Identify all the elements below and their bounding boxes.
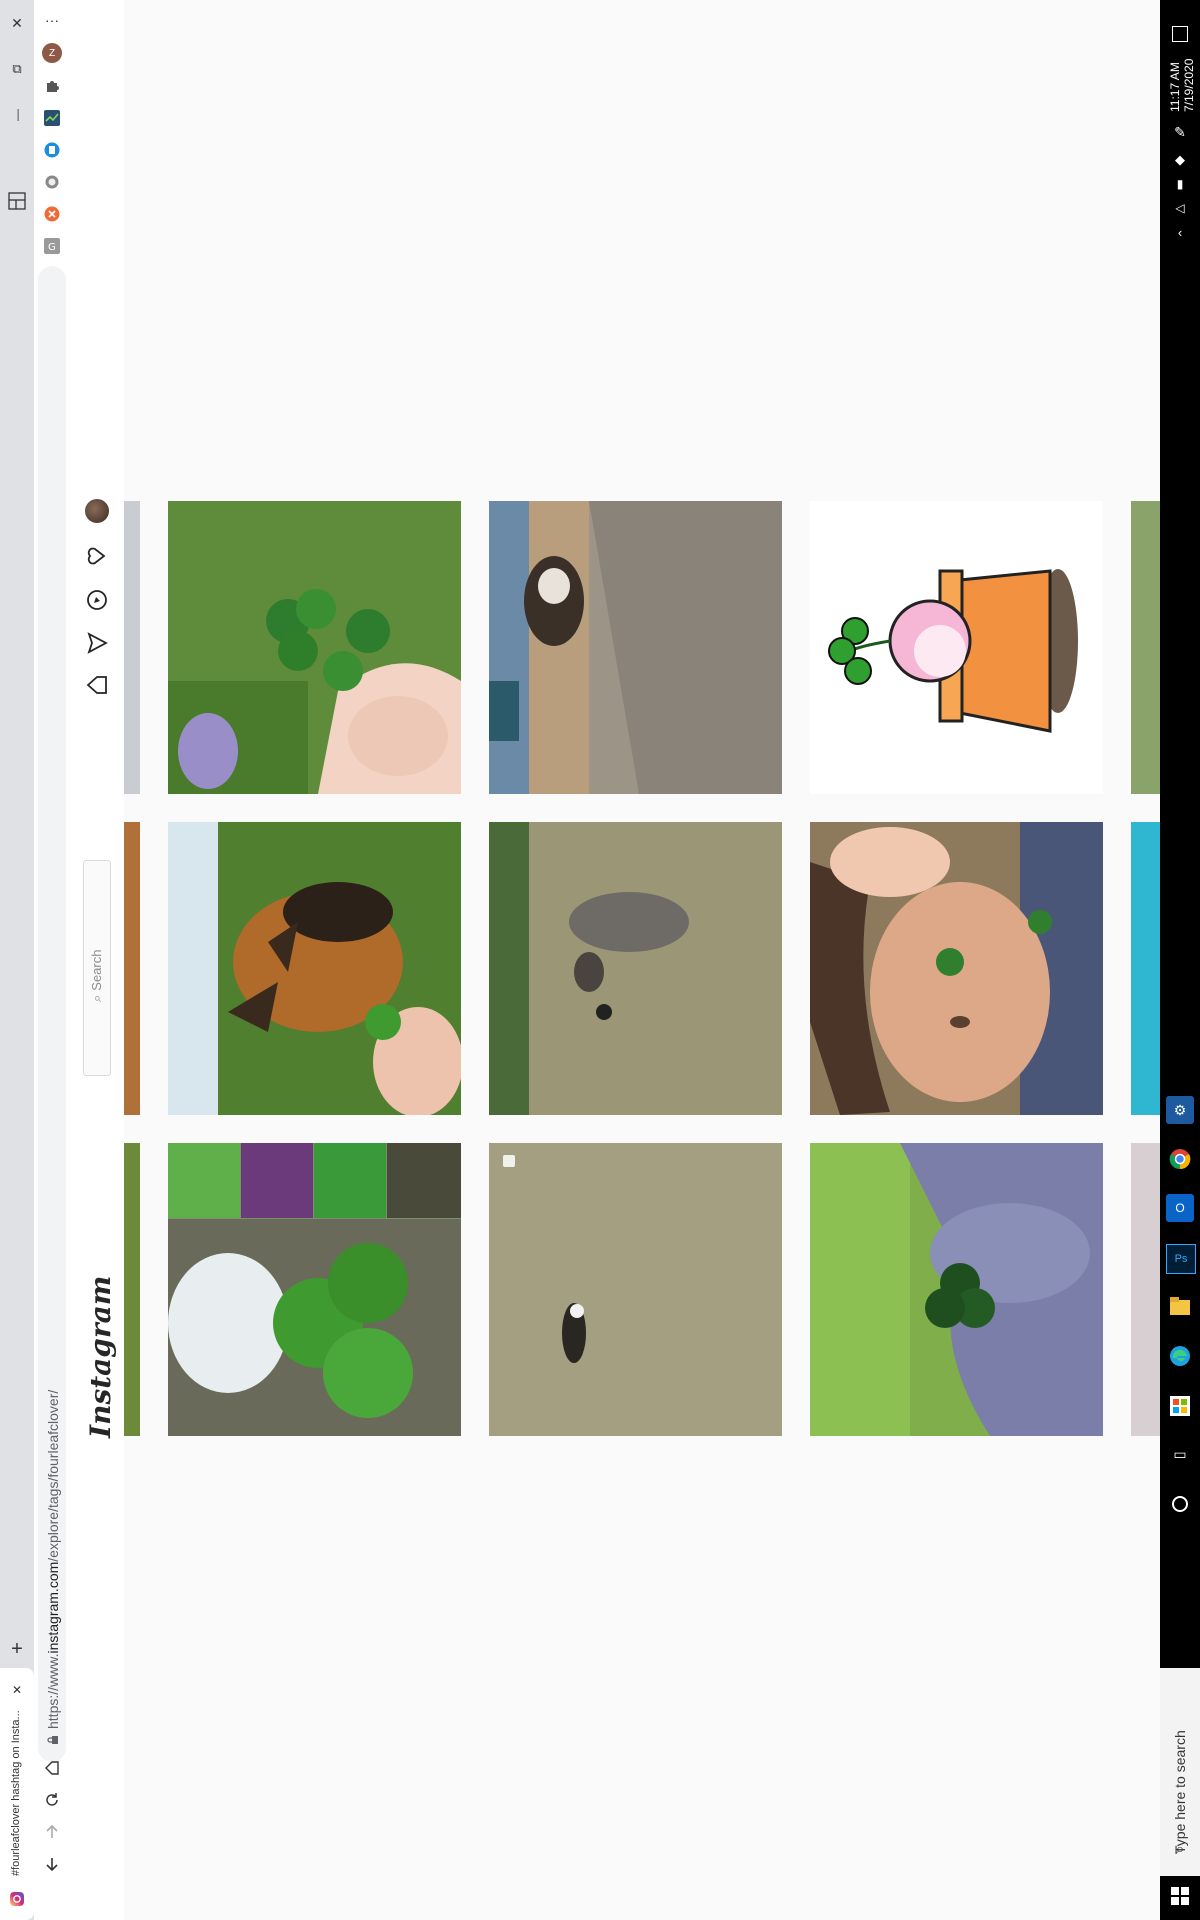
explore-icon[interactable] — [84, 587, 110, 613]
grey-square-extension-icon[interactable]: G — [42, 236, 62, 256]
taskbar-search-placeholder: Type here to search — [1172, 1730, 1188, 1854]
url-prefix: https://www. — [45, 1653, 61, 1729]
profile-avatar-icon[interactable] — [85, 499, 109, 523]
direct-icon[interactable] — [84, 630, 110, 656]
post-image-clover-collage — [168, 1143, 461, 1436]
tab-actions-icon[interactable] — [4, 188, 30, 214]
puzzle-icon[interactable] — [42, 76, 62, 96]
microsoft-store-icon[interactable] — [1166, 1392, 1194, 1420]
photoshop-icon[interactable]: Ps — [1166, 1244, 1196, 1274]
chart-extension-icon[interactable] — [42, 108, 62, 128]
post-tile[interactable] — [489, 501, 782, 794]
chrome-icon[interactable] — [1166, 1145, 1194, 1173]
orange-x-extension-icon[interactable] — [42, 204, 62, 224]
post-tile[interactable] — [810, 1143, 1103, 1436]
post-tile[interactable] — [810, 501, 1103, 794]
browser-tab-strip: ✕ ⧉ — + ✕ #fourleafclover hashtag on Ins… — [0, 0, 34, 1920]
activity-heart-icon[interactable] — [84, 543, 110, 569]
pen-icon[interactable]: ✎ — [1170, 122, 1190, 142]
taskbar-search-box[interactable]: Type here to search ⌕ — [1160, 1668, 1200, 1876]
forward-arrow-icon[interactable] — [40, 1820, 64, 1844]
post-tile-partial[interactable] — [1131, 1143, 1160, 1436]
profile-avatar[interactable]: Z — [42, 43, 62, 63]
instagram-logo[interactable]: Instagram — [84, 1276, 117, 1438]
window-close-button[interactable]: ✕ — [4, 12, 30, 34]
url-domain: instagram.com — [45, 1561, 61, 1654]
home-button-icon[interactable] — [40, 1756, 64, 1780]
post-image-dog-swimming — [489, 1143, 782, 1436]
post-tile-partial[interactable] — [124, 822, 140, 1115]
window-minimize-button[interactable]: — — [6, 102, 28, 128]
tab-title: #fourleafclover hashtag on Insta... — [10, 1710, 22, 1876]
address-bar-url[interactable]: https://www.instagram.com/explore/tags/f… — [45, 1390, 61, 1745]
chevron-up-icon[interactable]: ‹ — [1170, 222, 1190, 242]
home-icon[interactable] — [84, 672, 110, 698]
search-icon: ⌕ — [1175, 1841, 1185, 1858]
post-tile[interactable] — [168, 822, 461, 1115]
file-explorer-icon[interactable] — [1166, 1292, 1194, 1320]
outlook-icon[interactable]: O — [1166, 1194, 1194, 1222]
new-tab-button[interactable]: + — [4, 1636, 30, 1662]
post-image-german-shepherd — [168, 822, 461, 1115]
windows-taskbar: 11:17 AM 7/19/2020 ✎ ◆ ▮ ◁ ‹ ⚙ O Ps ▭ Ty… — [1160, 0, 1200, 1920]
post-tile-partial[interactable] — [1131, 822, 1160, 1115]
post-image-fingers-clover — [810, 1143, 1103, 1436]
instagram-favicon-icon — [8, 1890, 26, 1908]
post-image-clover-hand — [168, 501, 461, 794]
active-tab[interactable]: ✕ #fourleafclover hashtag on Insta... — [0, 1668, 34, 1920]
post-tile-partial[interactable] — [124, 501, 140, 794]
back-arrow-icon[interactable] — [40, 1852, 64, 1876]
post-image-woman-clover — [810, 822, 1103, 1115]
post-tile-partial[interactable] — [124, 1143, 140, 1436]
post-image-dog-beach — [489, 501, 782, 794]
more-menu-button[interactable]: ··· — [38, 8, 66, 32]
post-tile[interactable] — [489, 822, 782, 1115]
app-settings-icon[interactable]: ⚙ — [1166, 1096, 1194, 1124]
window-restore-button[interactable]: ⧉ — [4, 58, 30, 80]
blue-circle-extension-icon[interactable] — [42, 140, 62, 160]
volume-icon[interactable]: ◁ — [1170, 198, 1190, 218]
edge-icon[interactable] — [1166, 1342, 1194, 1370]
cortana-icon[interactable] — [1168, 1492, 1192, 1516]
reload-icon[interactable] — [40, 1788, 64, 1812]
lock-icon — [45, 1735, 61, 1745]
taskbar-time[interactable]: 11:17 AM — [1168, 62, 1182, 112]
post-tile[interactable] — [168, 1143, 461, 1436]
post-tile[interactable] — [489, 1143, 782, 1436]
dropbox-icon[interactable]: ◆ — [1170, 150, 1190, 170]
search-icon: ⌕ — [89, 994, 104, 1002]
post-image-dog-lake — [489, 822, 782, 1115]
post-tile-partial[interactable] — [1131, 501, 1160, 794]
action-center-icon[interactable] — [1172, 26, 1188, 42]
url-path: /explore/tags/fourleafclover/ — [45, 1389, 61, 1562]
svg-text:G: G — [48, 242, 56, 253]
post-tile[interactable] — [810, 822, 1103, 1115]
battery-icon[interactable]: ▮ — [1170, 174, 1190, 194]
post-tile[interactable] — [168, 501, 461, 794]
search-input-placeholder: ⌕Search — [89, 949, 104, 1002]
grey-circle-extension-icon[interactable] — [42, 172, 62, 192]
taskbar-date[interactable]: 7/19/2020 — [1182, 59, 1196, 112]
post-image-cartoon-clover-pot — [810, 501, 1103, 794]
instagram-header: Instagram ⌕Search — [70, 0, 125, 1920]
windows-start-icon[interactable] — [1168, 1884, 1192, 1908]
browser-toolbar: ··· Z G https://www.instagram.com/explor… — [34, 0, 71, 1920]
task-view-icon[interactable]: ▭ — [1168, 1442, 1192, 1466]
